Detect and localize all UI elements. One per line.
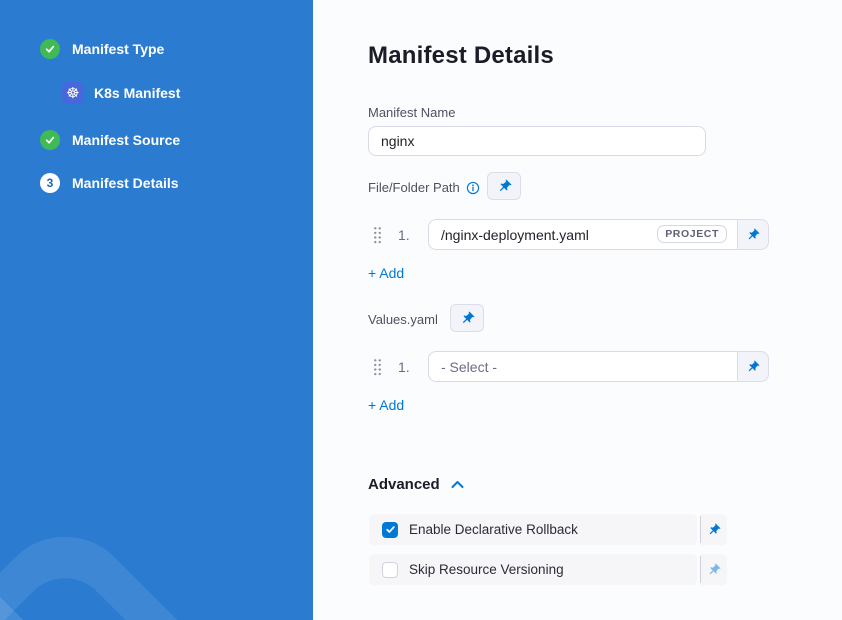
advanced-title: Advanced [368,476,440,493]
file-folder-path-label-row: File/Folder Path [368,180,480,195]
step-label: K8s Manifest [94,85,180,101]
select-placeholder: - Select - [441,359,497,375]
page-title: Manifest Details [368,42,554,70]
step-label: Manifest Type [72,41,164,57]
values-yaml-select[interactable]: - Select - [428,351,737,382]
sidebar-step-manifest-type[interactable]: Manifest Type [40,39,164,59]
wizard-step-sidebar: Manifest Type ☸ K8s Manifest Manifest So… [0,0,313,620]
enable-declarative-rollback-option[interactable]: Enable Declarative Rollback [369,514,697,545]
declarative-rollback-checkbox[interactable] [382,522,398,538]
sidebar-step-k8s-manifest[interactable]: ☸ K8s Manifest [62,82,180,104]
step-complete-check-icon [40,39,60,59]
row-index: 1. [398,227,424,243]
values-yaml-row: 1. - Select - [368,351,769,382]
manifest-name-input[interactable] [368,126,706,156]
manifest-details-panel: Manifest Details Manifest Name File/Fold… [313,0,842,620]
drag-handle-icon[interactable] [373,358,382,376]
values-yaml-label: Values.yaml [368,312,438,327]
file-path-field-group: PROJECT [428,219,769,250]
advanced-option-row: Skip Resource Versioning [369,554,727,585]
option-label: Skip Resource Versioning [409,562,564,577]
add-values-yaml-link[interactable]: + Add [368,397,404,413]
kubernetes-wheel-icon: ☸ [62,82,84,104]
sidebar-step-manifest-source[interactable]: Manifest Source [40,130,180,150]
step-complete-check-icon [40,130,60,150]
advanced-option-row: Enable Declarative Rollback [369,514,727,545]
add-file-path-link[interactable]: + Add [368,265,404,281]
manifest-wizard: Manifest Type ☸ K8s Manifest Manifest So… [0,0,842,620]
advanced-section-toggle[interactable]: Advanced [368,476,465,493]
file-folder-path-input-type-pin-button[interactable] [487,172,521,200]
step-number-badge: 3 [40,173,60,193]
file-folder-path-label: File/Folder Path [368,180,460,195]
step-label: Manifest Source [72,132,180,148]
option-label: Enable Declarative Rollback [409,522,578,537]
drag-handle-icon[interactable] [373,226,382,244]
info-icon[interactable] [466,181,480,195]
row-index: 1. [398,359,424,375]
values-yaml-field-group: - Select - [428,351,769,382]
skip-resource-versioning-option[interactable]: Skip Resource Versioning [369,554,697,585]
values-yaml-input-type-pin-button[interactable] [737,351,769,382]
file-path-row: 1. PROJECT [368,219,769,250]
file-path-input-type-pin-button[interactable] [737,219,769,250]
declarative-rollback-input-type-pin-button[interactable] [701,514,727,545]
values-yaml-input-type-pin-button[interactable] [450,304,484,332]
skip-resource-versioning-checkbox[interactable] [382,562,398,578]
scope-badge: PROJECT [657,225,727,243]
skip-resource-versioning-input-type-pin-button[interactable] [701,554,727,585]
step-label: Manifest Details [72,175,179,191]
manifest-name-label: Manifest Name [368,105,455,120]
sidebar-step-manifest-details[interactable]: 3 Manifest Details [40,173,179,193]
chevron-up-icon [450,479,465,490]
